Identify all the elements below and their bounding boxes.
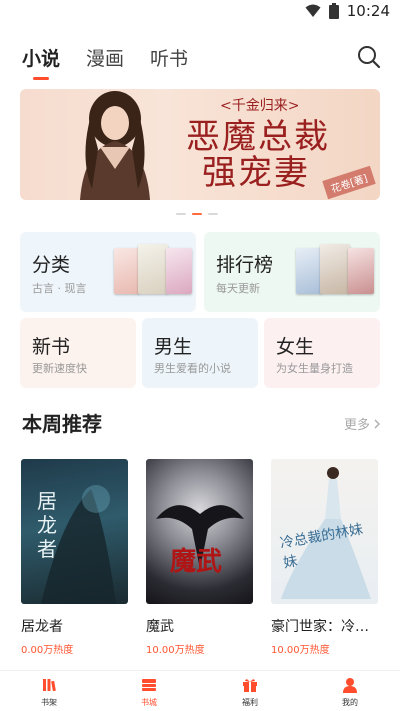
book-name: 居龙者: [21, 619, 63, 635]
tab-label: 小说: [22, 48, 61, 70]
status-icons: 10:24: [305, 2, 390, 20]
banner-author-tag: 花卷[著]: [322, 165, 376, 200]
category-subtitle: 每天更新: [216, 282, 260, 295]
book-cover-title: 魔武: [170, 547, 223, 577]
tab-comic[interactable]: 漫画: [86, 44, 124, 72]
nav-bookshelf[interactable]: 书架: [19, 677, 79, 708]
category-subtitle: 更新速度快: [32, 362, 87, 375]
carousel-indicator: [176, 213, 218, 215]
book-cover-title: 居龙者: [37, 489, 57, 561]
more-link[interactable]: 更多: [344, 414, 380, 433]
top-tabs: 小说 漫画 听书: [22, 44, 188, 80]
category-card-female[interactable]: 女生 为女生量身打造: [264, 318, 380, 388]
tab-label: 漫画: [86, 48, 125, 70]
category-title: 新书: [32, 336, 71, 358]
chevron-right-icon: [374, 419, 380, 428]
category-title: 排行榜: [216, 254, 274, 276]
nav-profile[interactable]: 我的: [320, 677, 380, 708]
book-thumbnail: [348, 248, 374, 294]
carousel-dot-active: [192, 213, 202, 215]
search-button[interactable]: [356, 44, 382, 70]
tab-label: 听书: [150, 48, 189, 70]
book-thumbnail: [138, 244, 168, 294]
status-bar: 10:24: [0, 0, 400, 24]
banner-title-line2: 强宠妻: [202, 153, 310, 193]
book-thumbnail: [320, 244, 350, 294]
nav-label: 福利: [242, 698, 258, 707]
book-name: 豪门世家：冷…: [271, 619, 369, 635]
book-cover: 魔武: [146, 459, 253, 604]
banner-character-illustration: [80, 91, 150, 200]
wifi-icon: [305, 4, 321, 17]
book-cover: 冷总裁的林妹妹: [271, 459, 378, 604]
book-heat: 0.00万热度: [21, 645, 74, 656]
book-thumbnail: [114, 248, 140, 294]
category-subtitle: 男生爱看的小说: [154, 362, 231, 375]
book-cover-art: [156, 505, 244, 569]
battery-icon: [328, 3, 339, 19]
section-title-weekly: 本周推荐: [22, 412, 102, 436]
status-time: 10:24: [346, 2, 390, 20]
bookstore-icon: [142, 679, 156, 691]
category-card-new[interactable]: 新书 更新速度快: [20, 318, 136, 388]
tab-novel[interactable]: 小说: [22, 44, 61, 80]
category-card-ranking[interactable]: 排行榜 每天更新: [204, 232, 380, 312]
book-card[interactable]: 冷总裁的林妹妹 豪门世家：冷… 10.00万热度: [271, 459, 378, 656]
book-thumbnail: [166, 248, 192, 294]
profile-icon: [343, 678, 357, 693]
nav-label: 书架: [41, 698, 57, 707]
nav-welfare[interactable]: 福利: [220, 677, 280, 708]
category-title: 男生: [154, 336, 193, 358]
book-heat: 10.00万热度: [146, 645, 205, 656]
category-card-male[interactable]: 男生 男生爱看的小说: [142, 318, 258, 388]
nav-label: 书城: [141, 698, 157, 707]
bookshelf-icon: [43, 679, 56, 692]
nav-bookstore[interactable]: 书城: [119, 677, 179, 708]
promo-banner[interactable]: <千金归来> 恶魔总裁 强宠妻 花卷[著]: [20, 89, 380, 200]
tab-audiobook[interactable]: 听书: [150, 44, 188, 72]
category-subtitle: 古言 · 现言: [32, 282, 87, 295]
category-card-fenlei[interactable]: 分类 古言 · 现言: [20, 232, 196, 312]
carousel-dot: [208, 213, 218, 215]
search-icon: [358, 46, 381, 69]
gift-icon: [243, 679, 257, 692]
book-card[interactable]: 居龙者 居龙者 0.00万热度: [21, 459, 128, 656]
carousel-dot: [176, 213, 186, 215]
book-name: 魔武: [146, 619, 174, 635]
book-cover: 居龙者: [21, 459, 128, 604]
category-title: 女生: [276, 336, 315, 358]
book-card[interactable]: 魔武 魔武 10.00万热度: [146, 459, 253, 656]
book-heat: 10.00万热度: [271, 645, 330, 656]
nav-label: 我的: [342, 698, 358, 707]
bottom-nav: 书架 书城 福利 我的: [0, 670, 400, 711]
category-title: 分类: [32, 254, 71, 276]
book-thumbnail: [296, 248, 322, 294]
active-tab-indicator: [33, 77, 49, 80]
more-label: 更多: [343, 418, 370, 433]
category-subtitle: 为女生量身打造: [276, 362, 353, 375]
